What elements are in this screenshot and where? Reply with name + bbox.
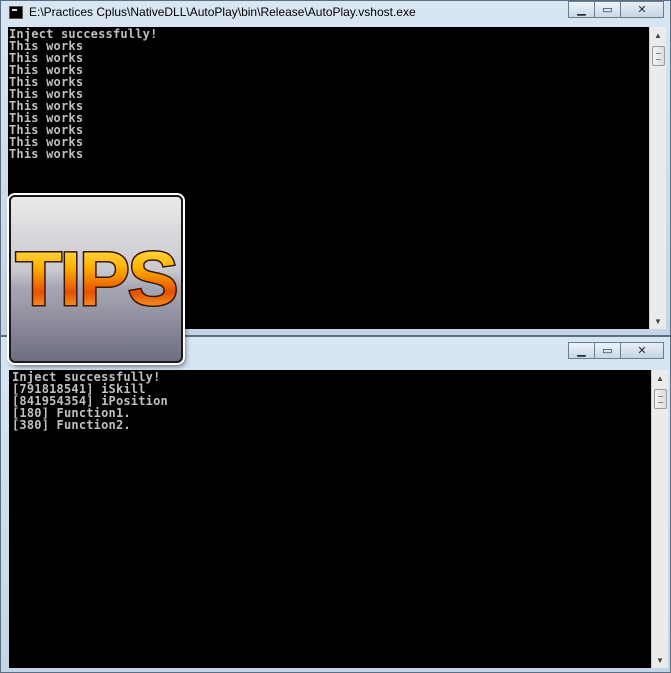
- console-line: This works: [9, 51, 84, 65]
- minimize-button[interactable]: ▁: [568, 1, 595, 18]
- window-controls: ▁ ▭ ✕: [568, 342, 664, 360]
- vertical-scrollbar[interactable]: ▲ ▼: [649, 27, 666, 329]
- tips-graphic: TIPS: [14, 236, 180, 324]
- scroll-thumb[interactable]: [654, 389, 667, 409]
- maximize-button[interactable]: ▭: [594, 1, 621, 18]
- minimize-icon: ▁: [577, 3, 586, 16]
- console-line: This works: [9, 123, 84, 137]
- console-line: This works: [9, 99, 84, 113]
- minimize-button[interactable]: ▁: [568, 342, 595, 359]
- scroll-down-button[interactable]: ▼: [652, 652, 668, 668]
- minimize-icon: ▁: [577, 344, 586, 357]
- console-line: This works: [9, 39, 84, 53]
- scroll-down-button[interactable]: ▼: [650, 313, 666, 329]
- console-window-2[interactable]: ▁ ▭ ✕ Inject successfully! [791818541] i…: [0, 336, 671, 673]
- scroll-up-button[interactable]: ▲: [650, 27, 666, 43]
- scroll-up-button[interactable]: ▲: [652, 370, 668, 386]
- console-line: This works: [9, 75, 84, 89]
- console-line: This works: [9, 111, 84, 125]
- arrow-up-icon: ▲: [656, 373, 664, 383]
- maximize-button[interactable]: ▭: [594, 342, 621, 359]
- vertical-scrollbar[interactable]: ▲ ▼: [651, 370, 668, 668]
- close-icon: ✕: [637, 344, 647, 357]
- maximize-icon: ▭: [602, 3, 613, 16]
- console-output[interactable]: Inject successfully! [791818541] iSkill …: [9, 370, 651, 668]
- console-app-icon[interactable]: [9, 6, 23, 19]
- console-line: This works: [9, 63, 84, 77]
- scroll-thumb[interactable]: [652, 46, 665, 66]
- window-controls: ▁ ▭ ✕: [568, 1, 664, 19]
- close-icon: ✕: [637, 3, 647, 16]
- arrow-down-icon: ▼: [654, 316, 662, 326]
- tips-badge: TIPS: [9, 195, 183, 363]
- console-line: This works: [9, 147, 84, 161]
- console-line: [380] Function2.: [12, 418, 131, 432]
- close-button[interactable]: ✕: [620, 1, 664, 18]
- close-button[interactable]: ✕: [620, 342, 664, 359]
- console-line: Inject successfully!: [9, 27, 158, 41]
- console-line: This works: [9, 87, 84, 101]
- window-title: E:\Practices Cplus\NativeDLL\AutoPlay\bi…: [29, 5, 416, 19]
- arrow-up-icon: ▲: [654, 30, 662, 40]
- title-bar[interactable]: E:\Practices Cplus\NativeDLL\AutoPlay\bi…: [1, 1, 670, 25]
- tips-text: TIPS: [16, 237, 177, 322]
- arrow-down-icon: ▼: [656, 655, 664, 665]
- console-line: This works: [9, 135, 84, 149]
- maximize-icon: ▭: [602, 344, 613, 357]
